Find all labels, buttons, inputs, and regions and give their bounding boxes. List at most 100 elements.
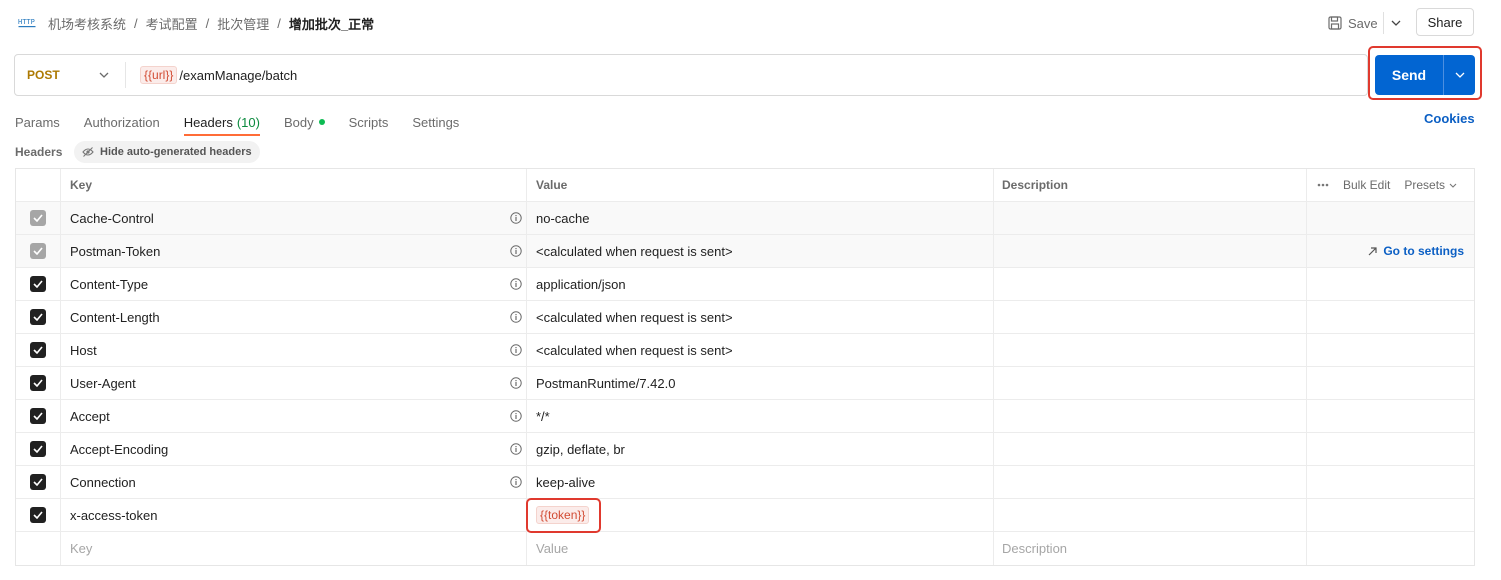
description-cell[interactable]: [994, 202, 1307, 234]
breadcrumb-item-subfolder[interactable]: 批次管理: [217, 14, 269, 33]
row-checkbox[interactable]: [30, 441, 46, 457]
key-cell[interactable]: Connection: [61, 466, 527, 498]
row-checkbox[interactable]: [30, 474, 46, 490]
value-cell[interactable]: keep-alive: [527, 466, 994, 498]
info-icon[interactable]: [510, 410, 522, 422]
value-cell[interactable]: no-cache: [527, 202, 994, 234]
new-key-input[interactable]: Key: [61, 532, 527, 565]
hide-auto-generated-label: Hide auto-generated headers: [100, 146, 252, 158]
description-cell[interactable]: [994, 433, 1307, 465]
breadcrumb-separator: /: [277, 15, 281, 31]
svg-text:HTTP: HTTP: [18, 18, 35, 26]
tab-label: Settings: [412, 114, 460, 130]
description-cell[interactable]: [994, 367, 1307, 399]
save-button[interactable]: Save: [1322, 11, 1384, 35]
header-value: <calculated when request is sent>: [536, 243, 733, 259]
cookies-link[interactable]: Cookies: [1424, 111, 1475, 126]
hide-auto-generated-headers-button[interactable]: Hide auto-generated headers: [74, 141, 260, 163]
table-row: Postman-Token <calculated when request i…: [16, 235, 1474, 268]
go-to-settings-link[interactable]: Go to settings: [1368, 244, 1464, 258]
url-path: /examManage/batch: [179, 67, 298, 83]
row-checkbox[interactable]: [30, 243, 46, 259]
new-value-input[interactable]: Value: [527, 532, 994, 565]
new-description-input[interactable]: Description: [994, 532, 1307, 565]
info-icon[interactable]: [510, 476, 522, 488]
url-input[interactable]: {{url}} /examManage/batch: [126, 66, 297, 84]
key-cell[interactable]: User-Agent: [61, 367, 527, 399]
value-cell[interactable]: <calculated when request is sent>: [527, 301, 994, 333]
description-cell[interactable]: [994, 466, 1307, 498]
info-icon[interactable]: [510, 311, 522, 323]
info-icon[interactable]: [510, 245, 522, 257]
value-cell[interactable]: <calculated when request is sent>: [527, 334, 994, 366]
info-icon[interactable]: [510, 443, 522, 455]
value-cell[interactable]: PostmanRuntime/7.42.0: [527, 367, 994, 399]
description-cell[interactable]: [994, 268, 1307, 300]
breadcrumb-current-request[interactable]: 增加批次_正常: [289, 14, 374, 33]
info-icon[interactable]: [510, 344, 522, 356]
method-select[interactable]: POST: [15, 55, 125, 95]
value-cell[interactable]: <calculated when request is sent>: [527, 235, 994, 267]
row-actions-cell: [1307, 268, 1474, 300]
tab-body[interactable]: Body: [284, 110, 325, 134]
send-button[interactable]: Send: [1375, 55, 1443, 95]
url-variable-token[interactable]: {{url}}: [140, 66, 178, 84]
description-cell[interactable]: [994, 301, 1307, 333]
row-checkbox[interactable]: [30, 309, 46, 325]
breadcrumb-item-workspace[interactable]: 机场考核系统: [48, 14, 126, 33]
row-checkbox-cell: [16, 499, 61, 531]
row-checkbox[interactable]: [30, 342, 46, 358]
key-cell[interactable]: x-access-token: [61, 499, 527, 531]
share-button[interactable]: Share: [1416, 8, 1474, 36]
presets-dropdown[interactable]: Presets: [1404, 178, 1457, 192]
key-placeholder: Key: [70, 541, 93, 556]
table-row: Accept */*: [16, 400, 1474, 433]
value-cell[interactable]: gzip, deflate, br: [527, 433, 994, 465]
save-options-button[interactable]: [1389, 14, 1403, 32]
header-key: x-access-token: [70, 507, 158, 523]
row-checkbox-cell: [16, 235, 61, 267]
header-value: keep-alive: [536, 474, 596, 490]
row-checkbox[interactable]: [30, 210, 46, 226]
row-checkbox[interactable]: [30, 276, 46, 292]
description-cell[interactable]: [994, 235, 1307, 267]
key-cell[interactable]: Content-Type: [61, 268, 527, 300]
description-cell[interactable]: [994, 400, 1307, 432]
breadcrumb-item-folder[interactable]: 考试配置: [146, 14, 198, 33]
send-options-button[interactable]: [1444, 55, 1475, 95]
request-tabs: Params Authorization Headers (10) Body S…: [15, 110, 483, 136]
table-row: Connection keep-alive: [16, 466, 1474, 499]
row-checkbox[interactable]: [30, 408, 46, 424]
description-placeholder: Description: [1002, 541, 1068, 556]
description-cell[interactable]: [994, 499, 1307, 531]
value-cell[interactable]: */*: [527, 400, 994, 432]
more-options-icon[interactable]: [1317, 183, 1329, 187]
value-cell[interactable]: application/json: [527, 268, 994, 300]
info-icon[interactable]: [510, 212, 522, 224]
row-checkbox[interactable]: [30, 507, 46, 523]
row-checkbox-cell: [16, 202, 61, 234]
bulk-edit-button[interactable]: Bulk Edit: [1343, 178, 1390, 192]
tab-settings[interactable]: Settings: [412, 110, 459, 134]
key-cell[interactable]: Postman-Token: [61, 235, 527, 267]
key-cell[interactable]: Cache-Control: [61, 202, 527, 234]
tab-label: Scripts: [348, 114, 389, 130]
description-cell[interactable]: [994, 334, 1307, 366]
row-checkbox[interactable]: [30, 375, 46, 391]
tab-scripts[interactable]: Scripts: [349, 110, 389, 134]
key-cell[interactable]: Accept: [61, 400, 527, 432]
key-cell[interactable]: Host: [61, 334, 527, 366]
key-cell[interactable]: Accept-Encoding: [61, 433, 527, 465]
tab-label: Headers: [183, 114, 233, 130]
chevron-down-icon: [1455, 72, 1464, 78]
info-icon[interactable]: [510, 377, 522, 389]
save-icon: [1328, 16, 1342, 30]
key-cell[interactable]: Content-Length: [61, 301, 527, 333]
tab-headers[interactable]: Headers (10): [183, 110, 260, 136]
tab-authorization[interactable]: Authorization: [84, 110, 160, 134]
tab-params[interactable]: Params: [15, 110, 60, 134]
token-highlight-box: [526, 498, 601, 533]
row-actions-cell: [1307, 400, 1474, 432]
table-row: Host <calculated when request is sent>: [16, 334, 1474, 367]
info-icon[interactable]: [510, 278, 522, 290]
